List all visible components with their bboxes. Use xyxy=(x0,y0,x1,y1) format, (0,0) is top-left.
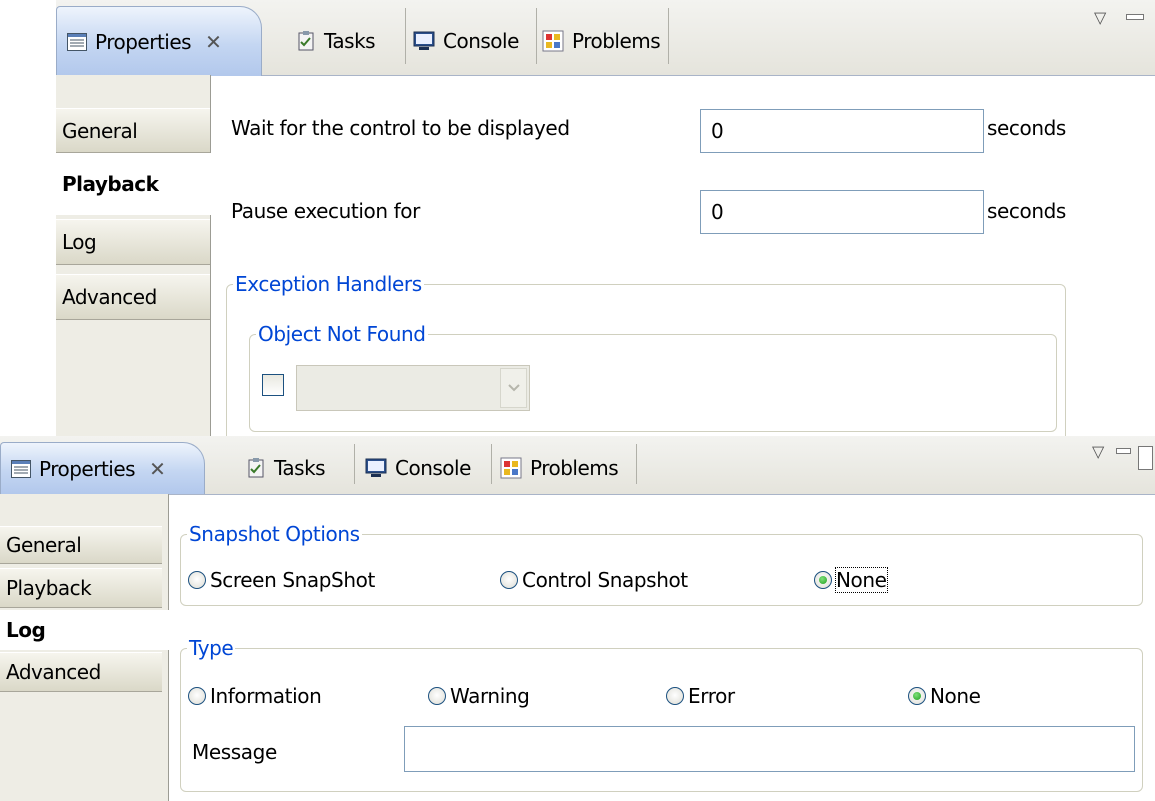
exception-handlers-title: Exception Handlers xyxy=(235,272,422,296)
radio-information[interactable]: Information xyxy=(188,684,322,708)
tab-separator xyxy=(536,8,537,64)
radio-label: Screen SnapShot xyxy=(210,568,375,592)
close-icon[interactable]: ✕ xyxy=(149,457,166,481)
radio-dot xyxy=(188,687,206,705)
sidebar-item-advanced[interactable]: Advanced xyxy=(56,274,210,320)
minimize-icon[interactable] xyxy=(1126,14,1144,20)
radio-label: Warning xyxy=(450,684,530,708)
object-not-found-select[interactable] xyxy=(296,365,530,411)
tab-separator xyxy=(636,444,637,484)
property-sidebar: General Playback Log Advanced xyxy=(56,75,211,436)
tab-problems-label: Problems xyxy=(572,29,661,53)
console-icon xyxy=(365,458,387,478)
close-icon[interactable]: ✕ xyxy=(205,30,222,54)
radio-control-snapshot[interactable]: Control Snapshot xyxy=(500,568,688,592)
message-input[interactable] xyxy=(404,726,1135,772)
tasks-icon xyxy=(296,31,316,51)
console-icon xyxy=(413,31,435,51)
radio-dot xyxy=(666,687,684,705)
tab-problems-label: Problems xyxy=(530,456,619,480)
view-menu-icon[interactable]: ▽ xyxy=(1094,8,1106,27)
radio-label: Control Snapshot xyxy=(522,568,688,592)
radio-label: None xyxy=(835,567,888,593)
tab-properties-label: Properties xyxy=(95,29,192,54)
tab-problems[interactable]: Problems xyxy=(500,442,619,494)
tab-console-label: Console xyxy=(395,456,471,480)
problems-icon xyxy=(500,457,522,479)
maximize-icon[interactable] xyxy=(1138,446,1153,470)
object-not-found-checkbox[interactable] xyxy=(262,374,284,396)
sidebar-item-general[interactable]: General xyxy=(0,526,162,564)
tab-console-label: Console xyxy=(443,29,519,53)
radio-dot xyxy=(188,571,206,589)
sidebar-item-playback[interactable]: Playback xyxy=(56,153,211,215)
radio-dot xyxy=(500,571,518,589)
property-sidebar: General Playback Log Advanced xyxy=(0,494,169,801)
tab-tasks-label: Tasks xyxy=(274,456,326,480)
pause-label: Pause execution for xyxy=(231,199,420,223)
sidebar-item-playback[interactable]: Playback xyxy=(0,568,162,608)
tab-console[interactable]: Console xyxy=(365,442,471,494)
tab-properties[interactable]: Properties ✕ xyxy=(56,6,262,76)
sidebar-item-log[interactable]: Log xyxy=(56,219,210,265)
tab-tasks-label: Tasks xyxy=(324,29,376,53)
properties-icon xyxy=(67,32,87,51)
radio-label: None xyxy=(930,684,981,708)
problems-icon xyxy=(542,30,564,52)
tab-properties[interactable]: Properties ✕ xyxy=(0,442,205,494)
wait-unit-label: seconds xyxy=(987,116,1066,140)
sidebar-item-general[interactable]: General xyxy=(56,108,210,153)
snapshot-options-group: Snapshot Options xyxy=(180,522,1143,606)
pause-seconds-input[interactable]: 0 xyxy=(700,190,984,234)
tab-problems[interactable]: Problems xyxy=(542,6,661,76)
pause-unit-label: seconds xyxy=(987,199,1066,223)
sidebar-item-advanced[interactable]: Advanced xyxy=(0,652,162,692)
radio-snapshot-none[interactable]: None xyxy=(814,567,888,593)
properties-icon xyxy=(11,459,31,478)
properties-view-playback: Properties ✕ Tasks Console Problems ▽ Ge… xyxy=(56,0,1155,436)
radio-error[interactable]: Error xyxy=(666,684,735,708)
radio-label: Information xyxy=(210,684,322,708)
view-tab-bar: Properties ✕ Tasks Console Problems ▽ xyxy=(56,0,1155,76)
radio-dot-selected xyxy=(814,571,832,589)
tab-tasks[interactable]: Tasks xyxy=(246,442,326,494)
tasks-icon xyxy=(246,458,266,478)
view-menu-icon[interactable]: ▽ xyxy=(1092,442,1104,461)
sidebar-item-log[interactable]: Log xyxy=(0,610,169,650)
tab-separator xyxy=(354,444,355,484)
snapshot-options-title: Snapshot Options xyxy=(189,522,360,546)
message-label: Message xyxy=(192,740,277,764)
tab-separator xyxy=(668,8,669,64)
tab-separator xyxy=(491,444,492,484)
wait-label: Wait for the control to be displayed xyxy=(231,116,570,140)
tab-properties-label: Properties xyxy=(39,456,136,481)
view-tab-bar: Properties ✕ Tasks Console Problems ▽ xyxy=(0,436,1155,495)
tab-tasks[interactable]: Tasks xyxy=(296,6,376,76)
radio-dot xyxy=(428,687,446,705)
radio-type-none[interactable]: None xyxy=(908,684,981,708)
radio-label: Error xyxy=(688,684,735,708)
type-title: Type xyxy=(189,636,234,660)
chevron-down-icon[interactable] xyxy=(500,368,527,408)
object-not-found-title: Object Not Found xyxy=(258,322,426,346)
wait-seconds-input[interactable]: 0 xyxy=(700,109,984,153)
radio-screen-snapshot[interactable]: Screen SnapShot xyxy=(188,568,375,592)
tab-separator xyxy=(405,8,406,64)
minimize-icon[interactable] xyxy=(1116,448,1131,454)
tab-console[interactable]: Console xyxy=(413,6,519,76)
properties-view-log: Properties ✕ Tasks Console Problems ▽ Ge… xyxy=(0,436,1155,801)
radio-warning[interactable]: Warning xyxy=(428,684,530,708)
radio-dot-selected xyxy=(908,687,926,705)
